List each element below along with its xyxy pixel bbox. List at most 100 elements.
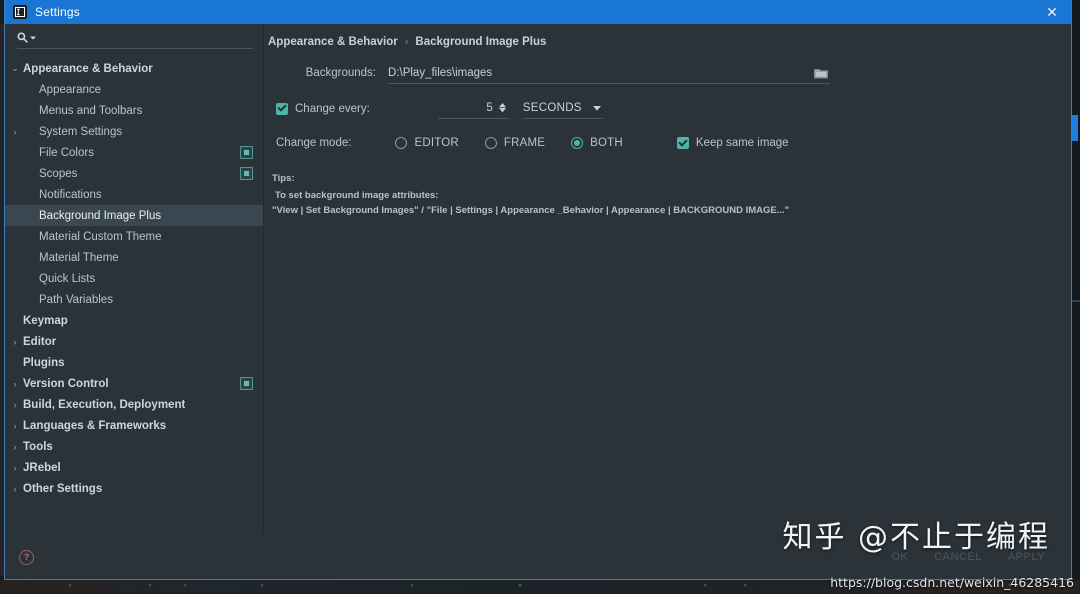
shared-settings-icon <box>240 146 253 159</box>
apply-button[interactable]: APPLY <box>1008 551 1045 563</box>
interval-unit-select[interactable]: SECONDS <box>522 98 603 119</box>
sidebar-item-quick-lists[interactable]: Quick Lists <box>5 268 263 289</box>
dialog-buttons: OK CANCEL APPLY <box>891 551 1057 563</box>
sidebar-item-label: Scopes <box>39 167 78 180</box>
backgrounds-label: Backgrounds: <box>305 67 376 79</box>
search-input[interactable] <box>42 31 253 44</box>
change-mode-option-frame[interactable]: FRAME <box>484 137 545 149</box>
screen: Settings ✕ ⌄ Appearance & Behavior Appea… <box>0 0 1080 594</box>
search-row <box>5 24 263 52</box>
radio-icon[interactable] <box>484 137 497 149</box>
radio-icon[interactable] <box>571 137 584 149</box>
backgrounds-input[interactable] <box>388 66 804 79</box>
radio-icon[interactable] <box>395 137 408 149</box>
backgrounds-field[interactable] <box>388 62 830 84</box>
close-icon[interactable]: ✕ <box>1039 1 1065 23</box>
chevron-right-icon[interactable]: › <box>9 127 21 137</box>
sidebar-item-notifications[interactable]: Notifications <box>5 184 263 205</box>
sidebar-item-label: System Settings <box>39 125 123 138</box>
change-mode-group: EDITOR FRAME BOTH <box>395 137 648 149</box>
title-bar: Settings ✕ <box>5 0 1071 24</box>
keep-same-image-checkbox[interactable] <box>676 137 689 149</box>
sidebar-item-editor[interactable]: › Editor <box>5 331 263 352</box>
dialog-body: ⌄ Appearance & Behavior Appearance Menus … <box>5 24 1071 535</box>
sidebar-item-appearance[interactable]: Appearance <box>5 79 263 100</box>
question-mark-icon[interactable]: ? <box>19 549 34 565</box>
chevron-right-icon[interactable]: › <box>9 463 21 473</box>
sidebar-item-material-custom-theme[interactable]: Material Custom Theme <box>5 226 263 247</box>
sidebar-item-path-variables[interactable]: Path Variables <box>5 289 263 310</box>
ide-scrollbar-marker[interactable] <box>1071 115 1078 141</box>
ide-status-bar-items <box>0 582 1080 588</box>
sidebar-item-background-image-plus[interactable]: Background Image Plus <box>5 205 263 226</box>
dialog-footer: ? OK CANCEL APPLY <box>5 535 1071 579</box>
sidebar-item-scopes[interactable]: Scopes <box>5 163 263 184</box>
change-mode-option-both[interactable]: BOTH <box>571 137 623 149</box>
sidebar-item-label: Languages & Frameworks <box>23 419 167 432</box>
sidebar-item-plugins[interactable]: Plugins <box>5 352 263 373</box>
sidebar-item-label: Appearance <box>39 83 102 96</box>
sidebar-item-label: Material Custom Theme <box>39 230 162 243</box>
chevron-right-icon[interactable]: › <box>9 442 21 452</box>
window-title: Settings <box>35 5 80 19</box>
search-field[interactable] <box>17 28 253 49</box>
shared-settings-icon <box>240 167 253 180</box>
interval-unit-value: SECONDS <box>522 102 582 114</box>
chevron-right-icon[interactable]: › <box>9 379 21 389</box>
sidebar-item-menus-and-toolbars[interactable]: Menus and Toolbars <box>5 100 263 121</box>
sidebar-item-label: Keymap <box>23 314 68 327</box>
sidebar-item-appearance-behavior[interactable]: ⌄ Appearance & Behavior <box>5 58 263 79</box>
sidebar-item-jrebel[interactable]: › JRebel <box>5 457 263 478</box>
spinner-arrows[interactable] <box>498 103 506 113</box>
sidebar-item-label: Editor <box>23 335 57 348</box>
chevron-down-icon[interactable]: ⌄ <box>9 63 21 74</box>
sidebar-item-label: Path Variables <box>39 293 113 306</box>
breadcrumb: Appearance & Behavior › Background Image… <box>264 24 1055 48</box>
interval-spinner[interactable]: 5 <box>437 98 509 119</box>
breadcrumb-current: Background Image Plus <box>415 36 547 48</box>
sidebar-item-system-settings[interactable]: › System Settings <box>5 121 263 142</box>
breadcrumb-parent[interactable]: Appearance & Behavior <box>268 36 398 48</box>
sidebar-item-keymap[interactable]: Keymap <box>5 310 263 331</box>
chevron-right-icon[interactable]: › <box>9 421 21 431</box>
sidebar-item-tools[interactable]: › Tools <box>5 436 263 457</box>
folder-icon[interactable] <box>812 65 830 80</box>
cancel-button[interactable]: CANCEL <box>934 551 982 563</box>
chevron-right-icon[interactable]: › <box>9 484 21 494</box>
search-icon <box>17 32 36 43</box>
sidebar-item-version-control[interactable]: › Version Control <box>5 373 263 394</box>
sidebar-item-label: Background Image Plus <box>39 209 162 222</box>
change-every-row: Change every: 5 SECONDS <box>268 98 1055 119</box>
sidebar-item-languages-frameworks[interactable]: › Languages & Frameworks <box>5 415 263 436</box>
sidebar-item-label: Quick Lists <box>39 272 96 285</box>
sidebar-item-file-colors[interactable]: File Colors <box>5 142 263 163</box>
sidebar-item-other-settings[interactable]: › Other Settings <box>5 478 263 499</box>
sidebar-item-label: Version Control <box>23 377 109 390</box>
sidebar-item-build-execution-deployment[interactable]: › Build, Execution, Deployment <box>5 394 263 415</box>
sidebar-item-label: JRebel <box>23 461 61 474</box>
ok-button[interactable]: OK <box>891 551 908 563</box>
shared-settings-icon <box>240 377 253 390</box>
sidebar-item-material-theme[interactable]: Material Theme <box>5 247 263 268</box>
sidebar-item-label: Material Theme <box>39 251 119 264</box>
settings-sidebar: ⌄ Appearance & Behavior Appearance Menus … <box>5 24 264 535</box>
sidebar-item-label: File Colors <box>39 146 94 159</box>
chevron-right-icon[interactable]: › <box>9 400 21 410</box>
sidebar-item-label: Other Settings <box>23 482 103 495</box>
change-every-checkbox[interactable] <box>276 102 288 115</box>
change-mode-option-editor[interactable]: EDITOR <box>395 137 459 149</box>
settings-tree: ⌄ Appearance & Behavior Appearance Menus … <box>5 52 263 535</box>
caret-down-icon <box>498 108 506 113</box>
tips-heading: Tips: <box>272 173 295 184</box>
keep-same-image-row[interactable]: Keep same image <box>676 137 789 149</box>
chevron-right-icon[interactable]: › <box>9 337 21 347</box>
